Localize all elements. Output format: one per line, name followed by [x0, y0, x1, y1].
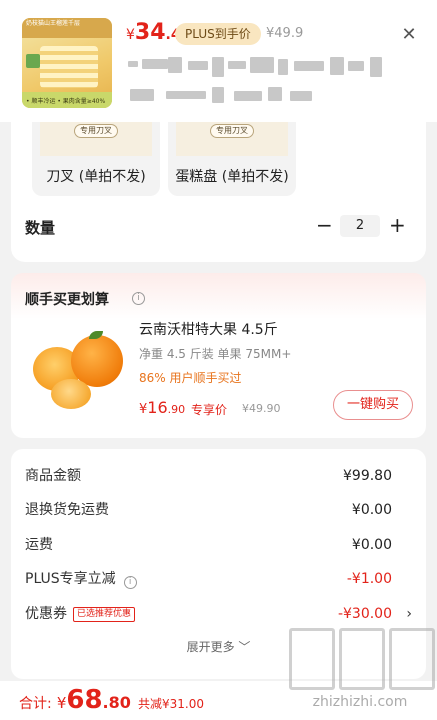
summary-value: ¥0.00	[351, 502, 392, 518]
summary-value: ¥99.80	[343, 468, 392, 484]
info-icon[interactable]: i	[123, 576, 137, 589]
summary-label: PLUS专享立减	[25, 571, 116, 587]
summary-value: -¥1.00	[346, 571, 392, 587]
bundle-price: ¥16.90	[139, 398, 185, 417]
total-label: 合计:	[19, 696, 52, 712]
summary-row-plus-discount: PLUS专享立减 i -¥1.00	[11, 568, 426, 590]
chevron-right-icon[interactable]: ›	[406, 603, 412, 625]
thumbnail-footer-text: • 顺丰冷运 • 果肉含量≥40%	[22, 92, 112, 108]
option-chip: 专用刀叉	[210, 124, 254, 138]
orange-segment-shape	[51, 379, 91, 409]
summary-row-coupon[interactable]: 优惠券 已选推荐优惠 -¥30.00 ›	[11, 603, 426, 625]
price-summary: 商品金额 ¥99.80 退换货免运费 ¥0.00 运费 ¥0.00 PLUS专享…	[11, 449, 426, 679]
option-image: 专用刀叉	[40, 122, 152, 156]
blurred-spec-text	[128, 57, 383, 103]
bundle-original-price: ¥49.90	[242, 402, 281, 415]
option-cake-plate[interactable]: 专用刀叉 蛋糕盘 (单拍不发)	[168, 122, 296, 196]
price-decimal: .90	[167, 403, 186, 416]
bottom-total-bar: 合计: ¥68.80 共减¥31.00	[0, 681, 437, 720]
option-fork-knife[interactable]: 专用刀叉 刀叉 (单拍不发)	[32, 122, 160, 196]
option-chip: 专用刀叉	[74, 124, 118, 138]
option-label: 蛋糕盘 (单拍不发)	[175, 169, 289, 185]
product-thumbnail: 奶枝猫山王榴莲千层 • 顺丰冷运 • 果肉含量≥40%	[22, 18, 112, 108]
summary-label-wrap: PLUS专享立减 i	[25, 568, 137, 590]
one-click-buy-button[interactable]: 一键购买	[333, 390, 413, 420]
price-integer: 68	[66, 685, 103, 715]
bundle-product-spec: 净重 4.5 斤装 单果 75MM+	[139, 347, 292, 361]
summary-label: 运费	[25, 537, 53, 553]
summary-row-return-shipping: 退换货免运费 ¥0.00	[11, 499, 426, 521]
price-decimal: .80	[102, 693, 131, 712]
close-icon[interactable]: ✕	[400, 25, 418, 45]
exclusive-price-tag: 专享价	[191, 403, 228, 417]
summary-value: ¥0.00	[351, 537, 392, 553]
summary-value: -¥30.00	[337, 606, 392, 622]
summary-label: 退换货免运费	[25, 502, 109, 518]
price-symbol: ¥	[126, 27, 135, 43]
option-label: 刀叉 (单拍不发)	[46, 169, 146, 185]
product-header: 奶枝猫山王榴莲千层 • 顺丰冷运 • 果肉含量≥40% ¥34.4 PLUS到手…	[0, 0, 437, 122]
thumbnail-cake-image	[40, 46, 98, 88]
info-icon[interactable]: i	[132, 292, 145, 305]
price-integer: 16	[147, 398, 168, 417]
quantity-label: 数量	[25, 219, 56, 237]
quantity-input[interactable]: 2	[340, 215, 380, 237]
expand-more-link[interactable]: 展开更多 ﹀	[11, 638, 426, 655]
current-price: ¥34.4	[126, 20, 181, 45]
bundle-title: 顺手买更划算	[25, 292, 109, 308]
quantity-minus-button[interactable]: −	[316, 214, 333, 236]
thumbnail-tag	[26, 54, 40, 68]
price-symbol: ¥	[56, 694, 67, 712]
total-price: 合计: ¥68.80 共减¥31.00	[19, 685, 204, 715]
bundle-product-name[interactable]: 云南沃柑特大果 4.5斤	[139, 319, 278, 339]
plus-price-badge: PLUS到手价	[175, 23, 261, 45]
bundle-purchase-rate: 86% 用户顺手买过	[139, 371, 242, 385]
price-integer: 34	[134, 20, 166, 45]
summary-label: 优惠券	[25, 606, 67, 622]
summary-label-wrap: 优惠券 已选推荐优惠	[25, 603, 136, 625]
quantity-plus-button[interactable]: +	[389, 214, 406, 236]
summary-label: 商品金额	[25, 468, 81, 484]
original-price: ¥49.9	[266, 26, 304, 41]
summary-row-goods-amount: 商品金额 ¥99.80	[11, 465, 426, 487]
summary-row-shipping: 运费 ¥0.00	[11, 534, 426, 556]
total-saved: 共减¥31.00	[137, 697, 204, 711]
coupon-selected-tag: 已选推荐优惠	[73, 607, 136, 622]
product-image-oranges[interactable]	[25, 321, 127, 421]
thumbnail-banner-text: 奶枝猫山王榴莲千层	[22, 18, 112, 38]
option-image: 专用刀叉	[176, 122, 288, 156]
purchase-options-panel: 专用刀叉 刀叉 (单拍不发) 专用刀叉 蛋糕盘 (单拍不发) 数量 − 2 +	[11, 122, 426, 262]
bundle-recommendation-card: 顺手买更划算 i 云南沃柑特大果 4.5斤 净重 4.5 斤装 单果 75MM+…	[11, 273, 426, 438]
